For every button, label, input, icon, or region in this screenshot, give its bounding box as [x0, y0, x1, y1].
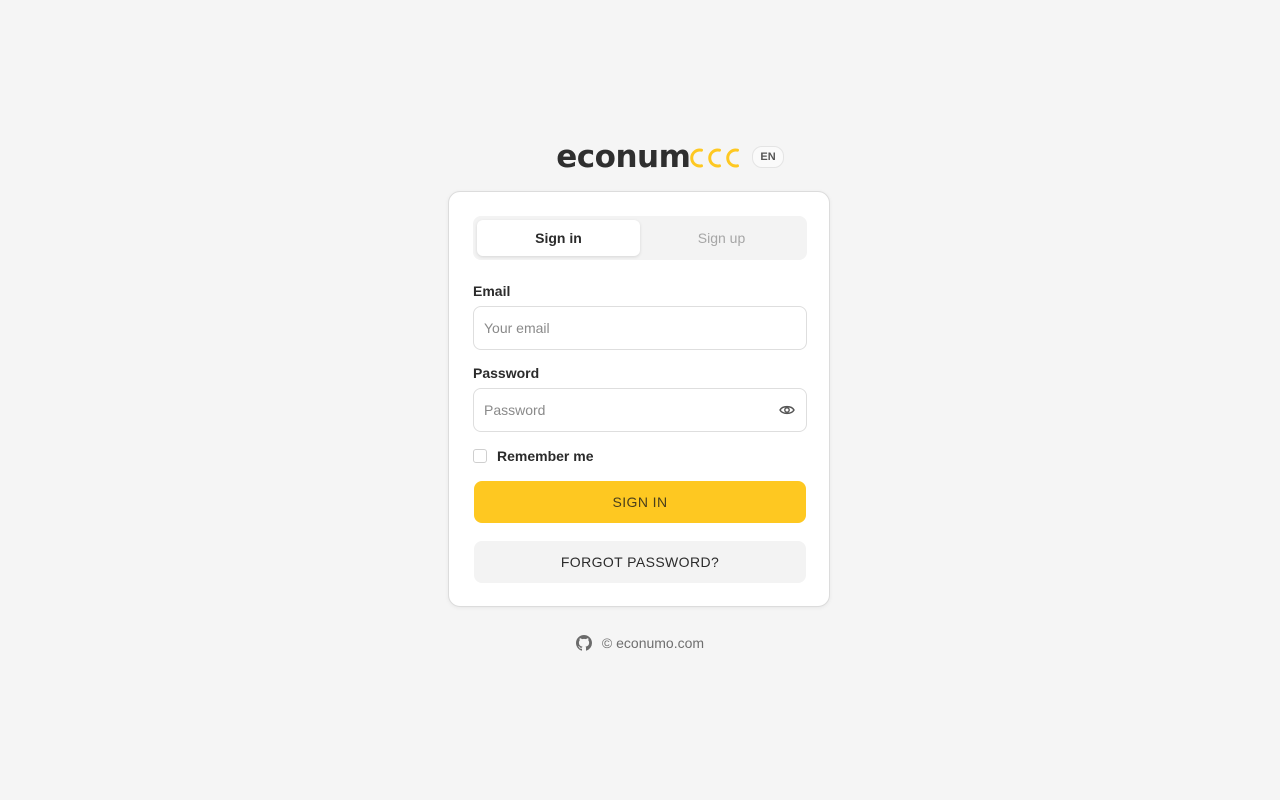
header: econum EN [0, 140, 1280, 174]
email-label: Email [473, 283, 511, 299]
remember-me-checkbox[interactable] [473, 449, 487, 463]
github-icon[interactable] [575, 635, 592, 651]
footer: © econumo.com [0, 632, 1280, 654]
password-field-wrapper [473, 388, 807, 432]
email-field-wrapper [473, 306, 807, 350]
password-input[interactable] [484, 389, 764, 431]
logo-text: econum [556, 139, 691, 175]
email-input[interactable] [484, 307, 764, 349]
forgot-password-button[interactable]: FORGOT PASSWORD? [474, 541, 806, 583]
password-label: Password [473, 365, 540, 381]
tab-sign-in[interactable]: Sign in [477, 220, 640, 256]
remember-me[interactable]: Remember me [473, 448, 594, 464]
tab-sign-up[interactable]: Sign up [640, 220, 803, 256]
logo: econum [496, 140, 744, 174]
eye-icon[interactable] [779, 403, 795, 417]
language-switcher[interactable]: EN [752, 146, 784, 168]
remember-me-label[interactable]: Remember me [497, 448, 594, 464]
copyright-link[interactable]: © econumo.com [602, 635, 704, 651]
sign-in-card: Sign in Sign up Email Password Remember … [448, 191, 830, 607]
login-page: econum EN Sign in Sign up Email Password [0, 0, 1280, 800]
auth-tabs: Sign in Sign up [473, 216, 807, 260]
logo-mark-icon [690, 148, 740, 168]
sign-in-button[interactable]: SIGN IN [474, 481, 806, 523]
